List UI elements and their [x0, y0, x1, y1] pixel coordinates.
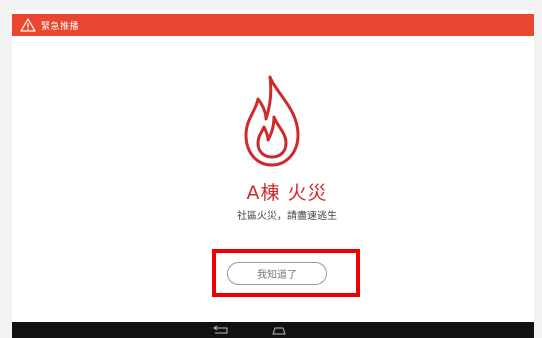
back-arrow-icon[interactable]: [212, 325, 230, 336]
frame-top: [0, 0, 542, 10]
alert-header-title: 緊急推播: [41, 21, 80, 32]
alert-heading: A棟 火災: [246, 182, 328, 204]
acknowledge-button[interactable]: 我知道了: [227, 262, 327, 285]
alert-content: A棟 火災 社區火災，請盡速逃生 我知道了: [12, 36, 534, 322]
frame-left: [0, 0, 12, 338]
system-nav-bar: [12, 322, 534, 338]
warning-triangle-icon: [20, 18, 36, 32]
alert-header-bar: 緊急推播: [12, 14, 534, 36]
fire-icon: [244, 75, 300, 167]
alert-message: 社區火災，請盡速逃生: [237, 211, 337, 222]
frame-right: [534, 0, 542, 338]
home-icon[interactable]: [270, 326, 288, 335]
